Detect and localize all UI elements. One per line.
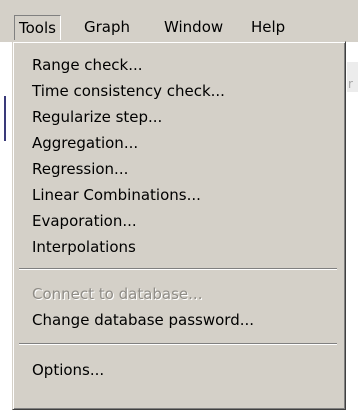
menu-item-evaporation[interactable]: Evaporation...	[32, 208, 137, 234]
menu-graph[interactable]: Graph	[80, 15, 134, 40]
menu-bar: Tools Graph Window Help	[0, 0, 358, 43]
menu-item-time-consistency-check[interactable]: Time consistency check...	[32, 78, 225, 104]
menu-tools[interactable]: Tools	[14, 15, 61, 40]
menu-item-regularize-step[interactable]: Regularize step...	[32, 104, 162, 130]
menu-item-range-check[interactable]: Range check...	[32, 52, 143, 78]
menu-separator	[19, 343, 337, 345]
menu-item-options[interactable]: Options...	[32, 357, 104, 383]
background-window-left	[0, 42, 12, 412]
menu-help[interactable]: Help	[247, 15, 289, 40]
background-window-right	[346, 42, 358, 412]
menu-separator	[19, 268, 337, 270]
menu-item-connect-to-database: Connect to database...	[32, 285, 203, 303]
menu-item-regression[interactable]: Regression...	[32, 156, 128, 182]
menu-item-aggregation[interactable]: Aggregation...	[32, 130, 138, 156]
menu-item-linear-combinations[interactable]: Linear Combinations...	[32, 182, 201, 208]
menu-window[interactable]: Window	[160, 15, 227, 40]
background-scroll-mark	[4, 96, 6, 141]
menu-item-interpolations[interactable]: Interpolations	[32, 234, 136, 260]
background-partial-text: r	[348, 77, 353, 91]
tools-dropdown-menu: Range check... Time consistency check...…	[12, 41, 346, 410]
menu-item-change-database-password[interactable]: Change database password...	[32, 307, 254, 333]
